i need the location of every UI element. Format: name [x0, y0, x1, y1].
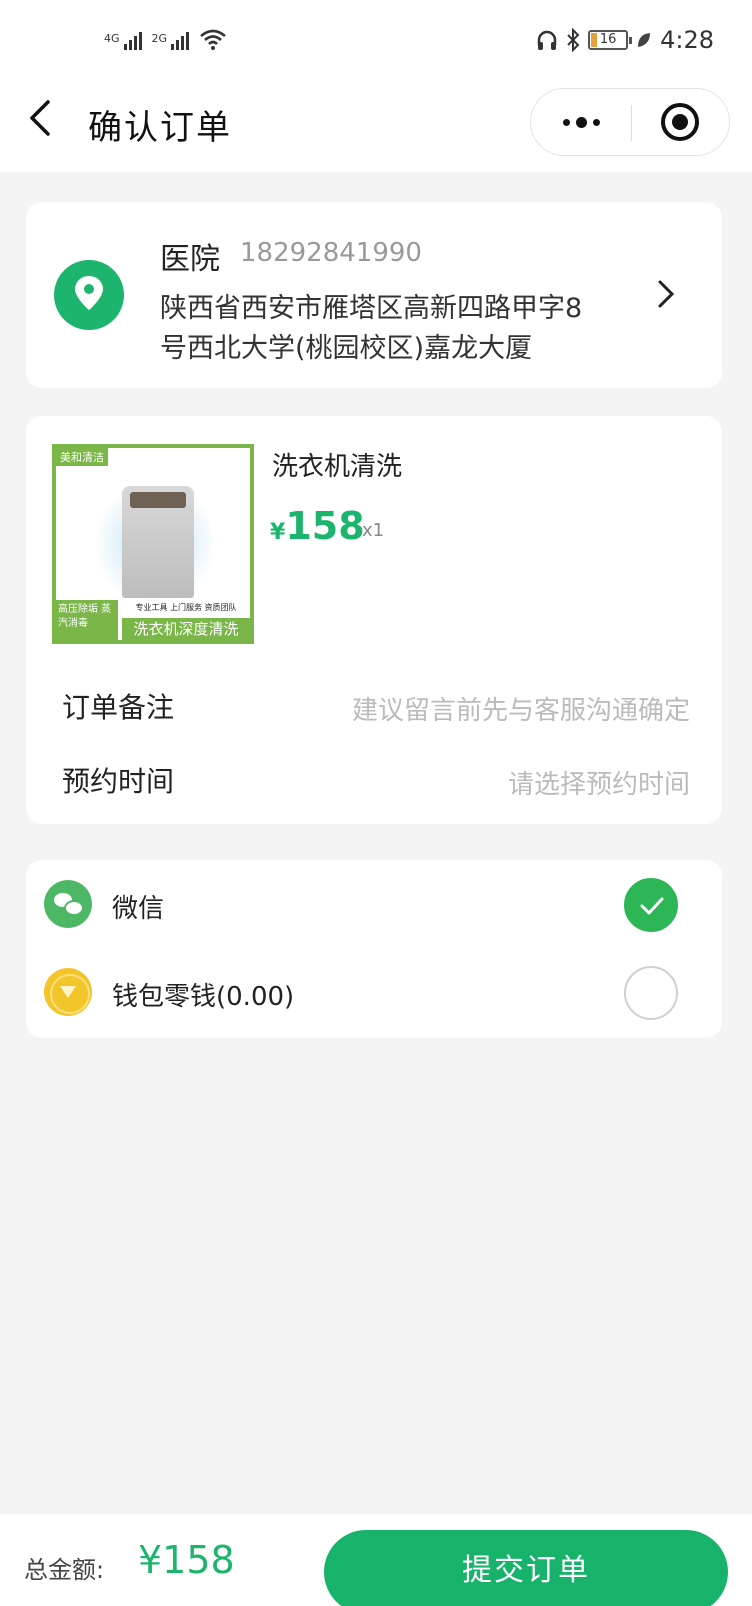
order-note-row: 订单备注 建议留言前先与客服沟通确定: [26, 678, 722, 734]
back-chevron-icon: [30, 100, 50, 136]
washing-machine-graphic: [122, 486, 194, 598]
payment-option-label: 钱包零钱(0.00): [112, 982, 295, 1012]
payment-radio-selected[interactable]: [624, 878, 678, 932]
payment-card: 微信 钱包零钱(0.00): [26, 860, 722, 1038]
signal-4g-label: 4G: [104, 32, 120, 45]
back-button[interactable]: [26, 96, 62, 146]
checkmark-icon: [640, 897, 664, 915]
signal-indicators: 4G 2G: [104, 28, 227, 50]
top-bar: 4G 2G 16 4:28 确认订单: [0, 0, 752, 172]
status-time: 4:28: [660, 26, 714, 54]
appointment-time-picker[interactable]: 请选择预约时间: [270, 764, 690, 801]
signal-2g-icon: 2G: [152, 32, 190, 50]
headphones-icon: [537, 30, 557, 50]
submit-order-button[interactable]: 提交订单: [324, 1530, 728, 1606]
status-bar: 4G 2G 16 4:28: [0, 22, 752, 66]
close-miniprogram-icon[interactable]: [661, 103, 699, 141]
appointment-time-label: 预约时间: [62, 765, 175, 798]
payment-radio-unselected[interactable]: [624, 966, 678, 1020]
wechat-icon: [44, 880, 92, 928]
miniprogram-capsule: [530, 88, 730, 156]
battery-level: 16: [599, 32, 617, 47]
image-caption: 洗衣机深度清洗: [122, 618, 250, 640]
page-title: 确认订单: [88, 108, 232, 148]
address-line-1: 陕西省西安市雁塔区高新四路甲字8: [160, 293, 583, 324]
battery-icon: 16: [588, 30, 633, 50]
nav-bar: 确认订单: [0, 86, 752, 158]
order-note-input[interactable]: 建议留言前先与客服沟通确定: [270, 690, 690, 727]
status-right: 16 4:28: [536, 26, 714, 54]
wifi-icon: [200, 29, 226, 50]
order-card: 美和清洁 专业工具 上门服务 资质团队 高压除垢 蒸汽消毒 洗衣机深度清洗 洗衣…: [26, 416, 722, 824]
recipient-name: 医院: [160, 242, 220, 277]
capsule-divider: [631, 105, 632, 141]
recipient-phone: 18292841990: [240, 238, 422, 268]
order-note-label: 订单备注: [62, 691, 175, 724]
more-dots-icon[interactable]: [531, 89, 631, 155]
leaf-icon: [638, 33, 651, 47]
image-brand-tag: 美和清洁: [56, 448, 108, 466]
product-quantity: x1: [362, 520, 385, 541]
signal-4g-icon: 4G: [104, 32, 142, 50]
bluetooth-icon: [567, 28, 580, 52]
appointment-time-row: 预约时间 请选择预约时间: [26, 752, 722, 808]
payment-option-wallet[interactable]: 钱包零钱(0.00): [26, 948, 722, 1036]
address-line-2: 号西北大学(桃园校区)嘉龙大厦: [160, 333, 533, 364]
payment-option-label: 微信: [112, 894, 165, 924]
chevron-right-icon: [658, 280, 675, 308]
bottom-bar: 总金额: ¥158 提交订单: [0, 1514, 752, 1606]
total-label: 总金额:: [24, 1556, 105, 1584]
location-pin-icon: [54, 260, 124, 330]
product-image: 美和清洁 专业工具 上门服务 资质团队 高压除垢 蒸汽消毒 洗衣机深度清洗: [52, 444, 254, 644]
image-badge: 高压除垢 蒸汽消毒: [56, 600, 118, 640]
payment-option-wechat[interactable]: 微信: [26, 860, 722, 948]
address-card[interactable]: 医院 18292841990 陕西省西安市雁塔区高新四路甲字8 号西北大学(桃园…: [26, 202, 722, 388]
signal-2g-label: 2G: [151, 32, 168, 45]
price-currency: ¥: [270, 520, 286, 545]
total-amount: ¥158: [138, 1538, 235, 1582]
price-value: 158: [285, 504, 365, 548]
image-features: 专业工具 上门服务 资质团队: [135, 603, 237, 612]
product-title: 洗衣机清洗: [272, 452, 403, 482]
product-price: ¥158: [270, 504, 365, 548]
wallet-coin-icon: [44, 968, 92, 1016]
